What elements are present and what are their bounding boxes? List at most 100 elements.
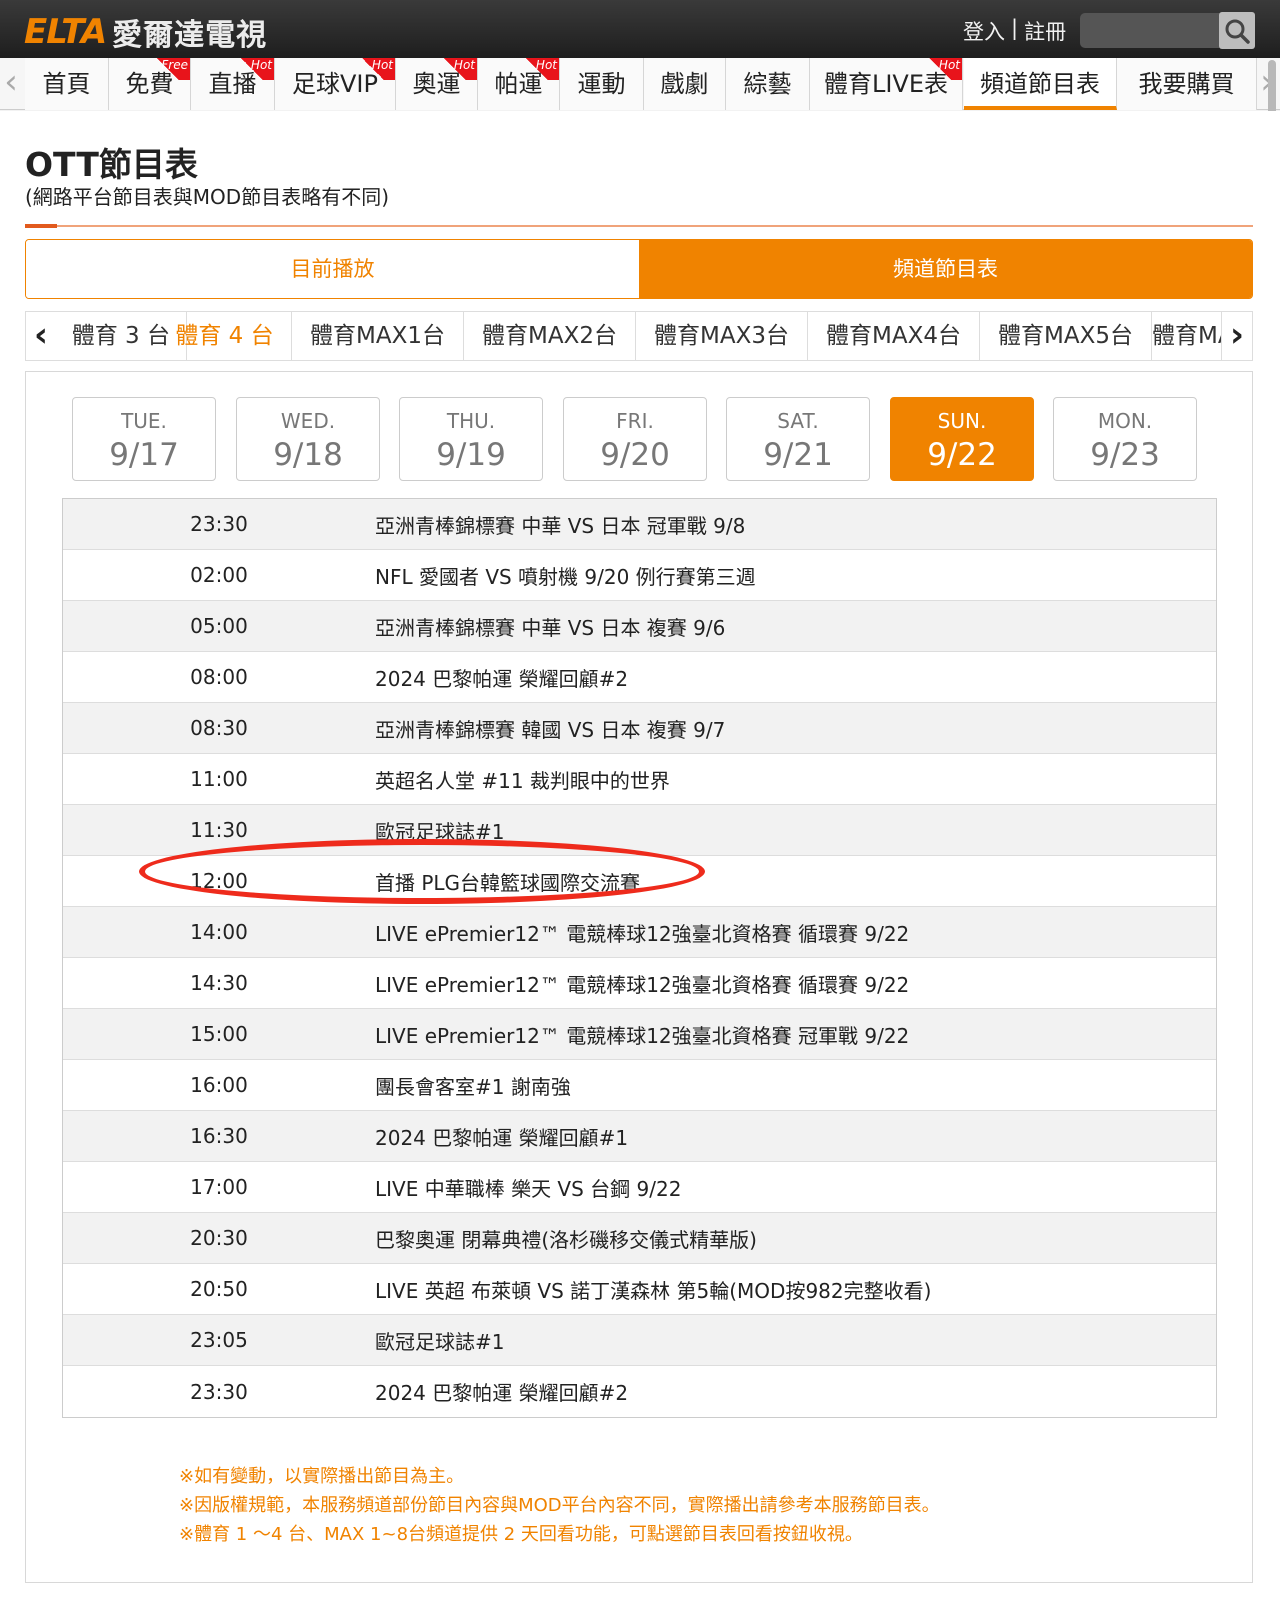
- nav-item[interactable]: 戲劇: [644, 58, 726, 110]
- program-time: 23:05: [190, 1328, 248, 1352]
- logo-mark: ELTA: [24, 12, 107, 52]
- schedule-row[interactable]: 02:00 NFL 愛國者 VS 噴射機 9/20 例行賽第三週: [63, 550, 1216, 601]
- note-line: ※因版權規範，本服務頻道部份節目內容與MOD平台內容不同，實際播出請參考本服務節…: [179, 1495, 940, 1516]
- search-input[interactable]: [1080, 13, 1226, 48]
- channel-schedule-tab[interactable]: 頻道節目表: [639, 240, 1252, 298]
- program-time: 14:00: [190, 920, 248, 944]
- program-time: 12:00: [190, 869, 248, 893]
- program-time: 20:30: [190, 1226, 248, 1250]
- nav-item[interactable]: 我要購買: [1117, 58, 1257, 110]
- program-title: 2024 巴黎帕運 榮耀回顧#2: [375, 1381, 629, 1405]
- channel-tabs: ‹ 體育 3 台體育 4 台體育MAX1台 體育MAX2台 體育MAX3台 體育MAX…: [25, 311, 1253, 361]
- program-time: 08:00: [190, 665, 248, 689]
- schedule-row[interactable]: 14:30 LIVE ePremier12™ 電競棒球12強臺北資格賽 循環賽 9…: [63, 958, 1216, 1009]
- day-tab[interactable]: FRI. 9/20: [563, 397, 707, 481]
- channel-tab[interactable]: 體育MAX5台: [980, 312, 1152, 360]
- schedule-row[interactable]: 16:30 2024 巴黎帕運 榮耀回顧#1: [63, 1111, 1216, 1162]
- day-tab[interactable]: TUE. 9/17: [72, 397, 216, 481]
- auth-links: 登入 | 註冊: [963, 16, 1066, 46]
- program-time: 20:50: [190, 1277, 248, 1301]
- program-schedule-table: 23:30 亞洲青棒錦標賽 中華 VS 日本 冠軍戰 9/8 02:00 NFL 愛國…: [62, 498, 1217, 1418]
- auth-separator: |: [1011, 16, 1019, 40]
- top-header: ELTA 愛爾達電視 登入 | 註冊: [0, 0, 1280, 58]
- schedule-row[interactable]: 23:30 2024 巴黎帕運 榮耀回顧#2: [63, 1366, 1216, 1417]
- title-divider: [25, 224, 1253, 228]
- nav-item[interactable]: 頻道節目表: [964, 58, 1117, 110]
- logo-text: 愛爾達電視: [112, 18, 268, 53]
- login-link[interactable]: 登入: [963, 16, 1005, 46]
- program-title: 亞洲青棒錦標賽 中華 VS 日本 複賽 9/6: [375, 615, 726, 640]
- nav-item[interactable]: 帕運 Hot: [478, 58, 560, 110]
- register-link[interactable]: 註冊: [1024, 16, 1066, 46]
- day-of-week: TUE.: [121, 409, 167, 433]
- program-title: 2024 巴黎帕運 榮耀回顧#1: [375, 1125, 629, 1150]
- schedule-row[interactable]: 11:30 歐冠足球誌#1: [63, 805, 1216, 856]
- day-tab[interactable]: SUN. 9/22: [890, 397, 1034, 481]
- schedule-row[interactable]: 08:30 亞洲青棒錦標賽 韓國 VS 日本 複賽 9/7: [63, 703, 1216, 754]
- program-title: 歐冠足球誌#1: [375, 819, 505, 844]
- nav-item[interactable]: 體育LIVE表 Hot: [810, 58, 963, 110]
- channel-tab[interactable]: 體育MAX1台: [292, 312, 464, 360]
- channel-tab[interactable]: 體育MAX6台: [1152, 312, 1222, 360]
- schedule-row[interactable]: 20:30 巴黎奧運 閉幕典禮(洛杉磯移交儀式精華版): [63, 1213, 1216, 1264]
- search-button[interactable]: [1219, 12, 1255, 49]
- nav-item[interactable]: 免費 Free: [109, 58, 191, 110]
- main-nav: ‹ 首頁 免費 Free 直播 Hot 足球VIP Hot 奧運 Hot 帕運 Hot 運動 戲劇 綜藝體…: [0, 58, 1280, 110]
- schedule-row[interactable]: 17:00 LIVE 中華職棒 樂天 VS 台鋼 9/22: [63, 1162, 1216, 1213]
- nav-badge: Hot: [918, 58, 962, 80]
- channel-tab[interactable]: 體育 4 台: [158, 312, 292, 360]
- day-tab[interactable]: WED. 9/18: [236, 397, 380, 481]
- day-tab[interactable]: THU. 9/19: [399, 397, 543, 481]
- program-title: 巴黎奧運 閉幕典禮(洛杉磯移交儀式精華版): [375, 1227, 757, 1252]
- nav-item-label: 戲劇: [660, 70, 709, 98]
- nav-item-label: 運動: [577, 70, 626, 98]
- schedule-row[interactable]: 05:00 亞洲青棒錦標賽 中華 VS 日本 複賽 9/6: [63, 601, 1216, 652]
- page-title: OTT節目表: [25, 145, 198, 184]
- schedule-row[interactable]: 14:00 LIVE ePremier12™ 電競棒球12強臺北資格賽 循環賽 9…: [63, 907, 1216, 958]
- nav-item[interactable]: 足球VIP Hot: [275, 58, 396, 110]
- note-line: ※如有變動，以實際播出節目為主。: [179, 1466, 465, 1487]
- channel-prev-chevron-icon[interactable]: ‹: [26, 312, 56, 360]
- program-title: 首播 PLG台韓籃球國際交流賽: [375, 870, 641, 895]
- day-date: 9/22: [927, 437, 997, 473]
- program-time: 05:00: [190, 614, 248, 638]
- program-time: 23:30: [190, 512, 248, 536]
- schedule-row[interactable]: 23:30 亞洲青棒錦標賽 中華 VS 日本 冠軍戰 9/8: [63, 499, 1216, 550]
- channel-tab[interactable]: 體育MAX2台: [464, 312, 636, 360]
- nav-item[interactable]: 奧運 Hot: [396, 58, 478, 110]
- program-time: 08:30: [190, 716, 248, 740]
- schedule-row[interactable]: 20:50 LIVE 英超 布萊頓 VS 諾丁漢森林 第5輪(MOD按982完整收…: [63, 1264, 1216, 1315]
- elta-logo[interactable]: ELTA 愛爾達電視: [24, 10, 267, 54]
- nav-left-chevron-icon[interactable]: ‹: [0, 58, 22, 110]
- channel-tab[interactable]: 體育MAX3台: [636, 312, 808, 360]
- nav-badge: Free: [146, 58, 190, 80]
- schedule-row[interactable]: 11:00 英超名人堂 #11 裁判眼中的世界: [63, 754, 1216, 805]
- schedule-row[interactable]: 12:00 首播 PLG台韓籃球國際交流賽: [63, 856, 1216, 907]
- nav-item[interactable]: 首頁: [25, 58, 109, 110]
- now-playing-tab[interactable]: 目前播放: [26, 240, 639, 298]
- day-tab[interactable]: MON. 9/23: [1053, 397, 1197, 481]
- schedule-row[interactable]: 15:00 LIVE ePremier12™ 電競棒球12強臺北資格賽 冠軍戰 9…: [63, 1009, 1216, 1060]
- program-title: 團長會客室#1 謝南強: [375, 1074, 571, 1099]
- day-tab[interactable]: SAT. 9/21: [726, 397, 870, 481]
- nav-badge: Hot: [351, 58, 395, 80]
- channel-tab[interactable]: 體育MAX4台: [808, 312, 980, 360]
- nav-item[interactable]: 直播 Hot: [191, 58, 275, 110]
- nav-item-label: 頻道節目表: [980, 70, 1100, 98]
- schedule-row[interactable]: 16:00 團長會客室#1 謝南強: [63, 1060, 1216, 1111]
- nav-badge: Hot: [433, 58, 477, 80]
- program-title: 亞洲青棒錦標賽 韓國 VS 日本 複賽 9/7: [375, 717, 726, 742]
- program-time: 02:00: [190, 563, 248, 587]
- schedule-row[interactable]: 23:05 歐冠足球誌#1: [63, 1315, 1216, 1366]
- nav-item-label: 綜藝: [743, 70, 792, 98]
- program-title: 歐冠足球誌#1: [375, 1329, 505, 1354]
- program-time: 14:30: [190, 971, 248, 995]
- schedule-row[interactable]: 08:00 2024 巴黎帕運 榮耀回顧#2: [63, 652, 1216, 703]
- nav-item[interactable]: 綜藝: [726, 58, 810, 110]
- day-date: 9/18: [273, 437, 343, 473]
- program-title: LIVE ePremier12™ 電競棒球12強臺北資格賽 冠軍戰 9/22: [375, 1023, 910, 1048]
- channel-next-chevron-icon[interactable]: ›: [1222, 312, 1252, 360]
- nav-item[interactable]: 運動: [560, 58, 644, 110]
- view-toggle: 目前播放 頻道節目表: [25, 239, 1253, 299]
- program-time: 16:00: [190, 1073, 248, 1097]
